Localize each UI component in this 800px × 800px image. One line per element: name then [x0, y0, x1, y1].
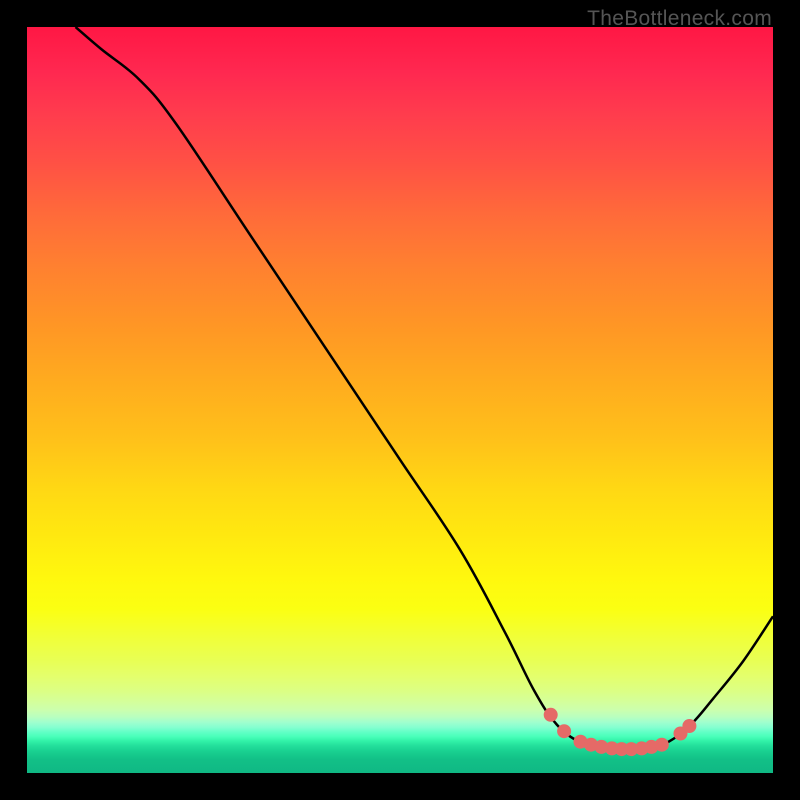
- data-point: [655, 738, 669, 752]
- data-point: [557, 724, 571, 738]
- data-point: [682, 719, 696, 733]
- bottleneck-curve: [76, 27, 774, 749]
- curve-svg: [27, 27, 773, 773]
- watermark-text: TheBottleneck.com: [587, 7, 772, 31]
- outer-frame: TheBottleneck.com: [0, 0, 800, 800]
- plot-area: [27, 27, 773, 773]
- scatter-points: [544, 708, 697, 756]
- data-point: [544, 708, 558, 722]
